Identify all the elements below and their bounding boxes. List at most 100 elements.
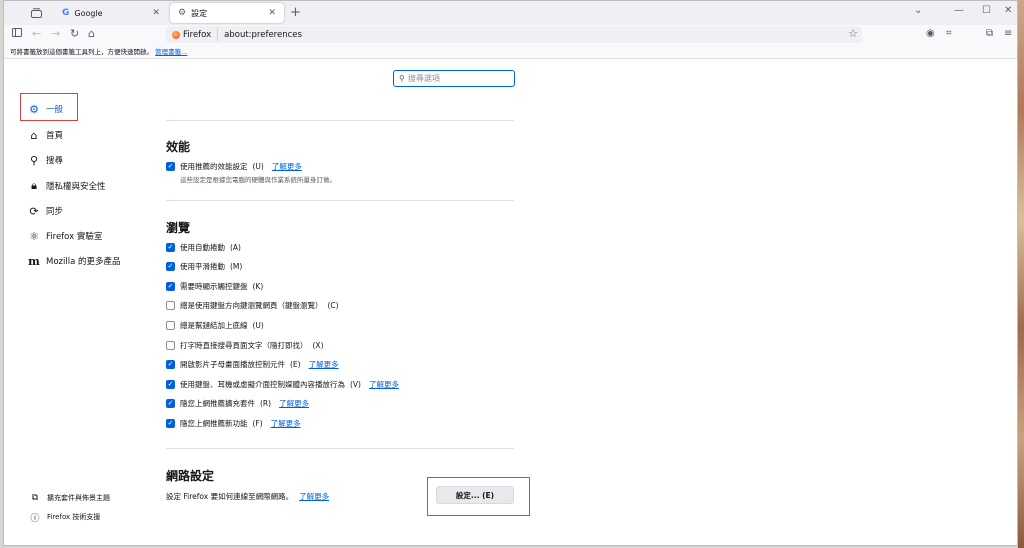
checkbox-checked-icon[interactable]: ✓ [166, 281, 175, 291]
checkbox-checked-icon[interactable]: ✓ [166, 379, 175, 389]
browsing-option-checkbox[interactable]: ✓ 使用平滑捲動 (M) [166, 260, 242, 274]
search-options-input[interactable]: ⚲ 搜尋選項 [393, 70, 515, 87]
chevron-down-icon[interactable]: ⌄ [914, 5, 922, 16]
checkbox-unchecked-icon[interactable] [166, 301, 175, 311]
url-text[interactable]: about:preferences [218, 30, 302, 40]
menu-icon[interactable]: ≡ [1004, 28, 1012, 39]
account-icon[interactable]: ◉ [926, 28, 935, 39]
checkbox-checked-icon[interactable]: ✓ [166, 418, 175, 428]
browsing-option-checkbox[interactable]: 總是使用鍵盤方向鍵瀏覽網頁（鍵盤瀏覽） (C) [166, 299, 339, 313]
checkbox-checked-icon[interactable]: ✓ [166, 242, 175, 252]
sidebar-item-label: 同步 [46, 207, 64, 217]
browsing-option-checkbox[interactable]: ✓ 需要時顯示觸控鍵盤 (K) [166, 279, 263, 293]
sidebar-item-more-from-mozilla[interactable]: m Mozilla 的更多產品 [28, 252, 120, 270]
tab-settings[interactable]: ⚙ 設定 ✕ [170, 3, 284, 23]
checkbox-label: 使用鍵盤、耳機或虛擬介面控制媒體內容播放行為 [180, 379, 345, 389]
nav-bar: ← → ↻ ⌂ Firefox about:preferences ☆ ◉ ⌗ … [4, 25, 1017, 45]
browsing-option-checkbox[interactable]: ✓ 隨您上網推薦擴充套件 (R) 了解更多 [166, 397, 309, 411]
network-description: 設定 Firefox 要如何連線至網際網路。 了解更多 [166, 491, 329, 502]
screenshot-crop-icon[interactable]: ⌗ [946, 28, 952, 39]
bookmark-star-icon[interactable]: ☆ [848, 27, 858, 40]
checkbox-unchecked-icon[interactable] [166, 340, 175, 350]
browsing-option-checkbox[interactable]: ✓ 使用鍵盤、耳機或虛擬介面控制媒體內容播放行為 (V) 了解更多 [166, 377, 399, 391]
performance-note: 這些設定是根據您電腦的硬體與作業系統所量身訂做。 [180, 176, 336, 184]
sidebar-toggle-icon[interactable] [12, 27, 22, 40]
search-icon: ⚲ [399, 74, 405, 83]
access-key: (X) [312, 340, 324, 350]
checkbox-checked-icon[interactable]: ✓ [166, 161, 175, 171]
tab-label: Google [74, 8, 103, 18]
close-icon[interactable]: ✕ [152, 8, 160, 18]
maximize-icon[interactable]: ☐ [982, 5, 991, 16]
forward-arrow-icon[interactable]: → [51, 27, 60, 40]
bookmarks-toolbar: 可將書籤放到這個書籤工具列上，方便快速開啟。 管理書籤... [4, 45, 1017, 59]
section-divider [166, 120, 514, 121]
access-key: (M) [230, 262, 243, 272]
extensions-icon: ⧉ [31, 493, 39, 503]
checkbox-checked-icon[interactable]: ✓ [166, 399, 175, 409]
learn-more-link[interactable]: 了解更多 [271, 418, 301, 429]
browsing-option-checkbox[interactable]: 打字時直接搜尋頁面文字（隨打即找） (X) [166, 338, 324, 352]
browsing-option-checkbox[interactable]: ✓ 隨您上網推薦新功能 (F) 了解更多 [166, 416, 301, 430]
access-key: (E) [290, 360, 301, 370]
sidebar-item-label: 搜尋 [46, 156, 64, 166]
learn-more-link[interactable]: 了解更多 [299, 491, 329, 502]
back-arrow-icon[interactable]: ← [32, 27, 41, 40]
sidebar-item-label: 首頁 [46, 131, 64, 141]
sidebar-item-privacy[interactable]: 🔒︎ 隱私權與安全性 [28, 177, 105, 195]
connection-settings-button[interactable]: 設定... (E) [436, 486, 514, 504]
tab-google[interactable]: G Google ✕ [54, 3, 168, 23]
sidebar-item-general[interactable]: ⚙ 一般 [28, 100, 63, 118]
sidebar-item-labs[interactable]: ⚛ Firefox 實驗室 [28, 227, 102, 245]
checkbox-checked-icon[interactable]: ✓ [166, 360, 175, 370]
sidebar-item-sync[interactable]: ⟳ 同步 [28, 202, 63, 220]
browsing-option-checkbox[interactable]: ✓ 開啟影片子母畫面播放控制元件 (E) 了解更多 [166, 358, 339, 372]
access-key: (V) [350, 379, 361, 389]
browsing-heading: 瀏覽 [166, 221, 191, 235]
new-tab-button[interactable]: + [290, 5, 301, 20]
checkbox-label: 總是幫鏈結加上底線 [180, 320, 248, 330]
learn-more-link[interactable]: 了解更多 [309, 359, 339, 370]
mozilla-icon: m [28, 254, 40, 268]
checkbox-label: 開啟影片子母畫面播放控制元件 [180, 360, 285, 370]
search-placeholder: 搜尋選項 [407, 74, 440, 83]
tab-list-icon[interactable] [26, 5, 46, 21]
extensions-icon[interactable]: ⧉ [986, 28, 993, 39]
access-key: (U) [252, 161, 264, 171]
access-key: (A) [230, 242, 241, 252]
tab-label: 設定 [191, 8, 208, 18]
minimize-icon[interactable]: — [954, 5, 964, 16]
section-divider [166, 448, 514, 449]
home-icon: ⌂ [30, 128, 38, 142]
browsing-option-checkbox[interactable]: 總是幫鏈結加上底線 (U) [166, 318, 264, 332]
identity-box[interactable]: Firefox [166, 28, 219, 41]
sidebar-footer-support[interactable]: ⓘ Firefox 技術支援 [30, 510, 100, 524]
network-heading: 網路設定 [166, 469, 215, 483]
checkbox-label: 使用自動捲動 [180, 242, 225, 252]
recommended-performance-checkbox[interactable]: ✓ 使用推薦的效能設定 (U) 了解更多 [166, 159, 302, 173]
sidebar-item-home[interactable]: ⌂ 首頁 [28, 126, 64, 144]
access-key: (C) [327, 301, 339, 311]
checkbox-label: 總是使用鍵盤方向鍵瀏覽網頁（鍵盤瀏覽） [180, 301, 323, 311]
checkbox-unchecked-icon[interactable] [166, 320, 175, 330]
sidebar-item-search[interactable]: ⚲ 搜尋 [28, 151, 63, 169]
sidebar-item-label: 一般 [46, 105, 64, 115]
sidebar-footer-extensions[interactable]: ⧉ 擴充套件與佈景主題 [30, 491, 110, 505]
google-icon: G [62, 8, 70, 18]
browser-window: G Google ✕ ⚙ 設定 ✕ + ⌄ — ☐ ✕ ← → ↻ ⌂ Fire… [3, 0, 1018, 546]
learn-more-link[interactable]: 了解更多 [369, 379, 399, 390]
home-icon[interactable]: ⌂ [88, 27, 95, 40]
manage-bookmarks-link[interactable]: 管理書籤... [155, 48, 187, 56]
learn-more-link[interactable]: 了解更多 [279, 398, 309, 409]
close-icon[interactable]: ✕ [268, 8, 276, 18]
checkbox-checked-icon[interactable]: ✓ [166, 262, 175, 272]
reload-icon[interactable]: ↻ [70, 27, 79, 40]
browsing-option-checkbox[interactable]: ✓ 使用自動捲動 (A) [166, 240, 241, 254]
help-icon: ⓘ [30, 513, 40, 524]
checkbox-label: 隨您上網推薦新功能 [180, 418, 248, 428]
url-bar[interactable]: Firefox about:preferences ☆ [166, 26, 862, 43]
bookmarks-empty-text: 可將書籤放到這個書籤工具列上，方便快速開啟。 [10, 48, 153, 56]
close-window-icon[interactable]: ✕ [1004, 5, 1012, 16]
learn-more-link[interactable]: 了解更多 [272, 161, 302, 172]
gear-icon: ⚙ [29, 102, 39, 116]
